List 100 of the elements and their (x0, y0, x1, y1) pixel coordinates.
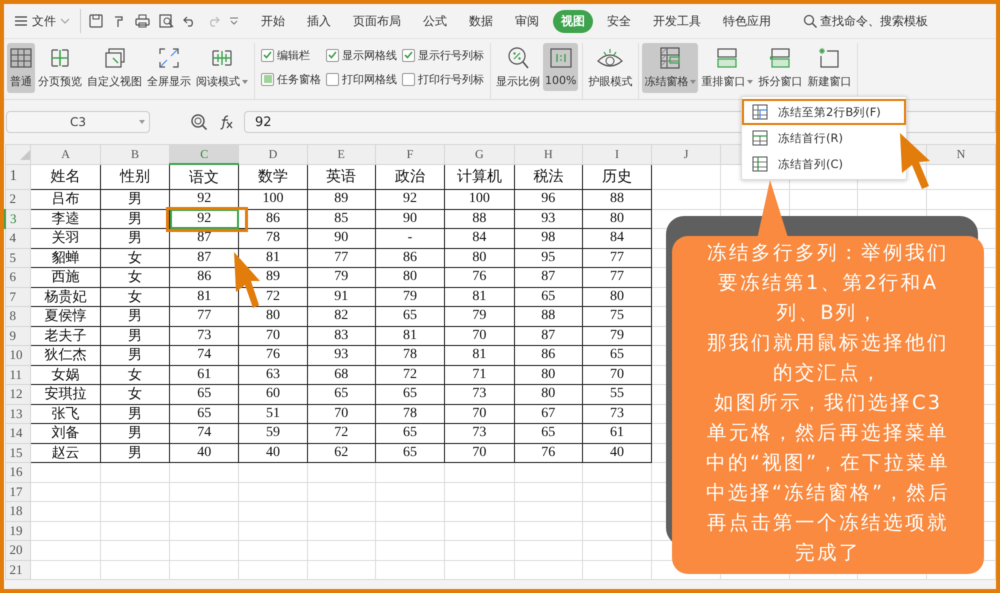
table-cell: 女 (100, 384, 170, 404)
window-button[interactable]: 重排窗口 (699, 43, 756, 93)
ribbon-tab[interactable]: 插入 (299, 10, 339, 32)
view-button[interactable]: 全屏显示 (145, 43, 193, 93)
function-icon[interactable] (218, 114, 234, 130)
table-cell: 88 (444, 209, 514, 228)
row-header[interactable]: 18 (5, 502, 31, 521)
split-window-icon (768, 46, 792, 70)
column-header[interactable]: F (375, 144, 445, 164)
row-header[interactable]: 9 (5, 326, 31, 346)
row-header[interactable]: 2 (5, 190, 31, 209)
callout-text: 如图所示，我们选择C3单元格，然后再选择菜单中的“视图”，在下拉菜单中选择“冻结窗格”，然后再点击第一个冻结选项就完成了 (705, 390, 951, 566)
row-header[interactable]: 8 (5, 306, 31, 326)
table-cell: 40 (170, 443, 239, 462)
table-cell: 男 (100, 424, 170, 443)
checkbox[interactable]: 任务窗格 (261, 67, 321, 91)
checkbox[interactable]: 显示网格线 (326, 43, 397, 67)
name-box[interactable]: C3 (6, 111, 150, 133)
zoom-search-icon[interactable] (190, 113, 208, 131)
fullscreen-icon (157, 46, 181, 70)
print-icon[interactable] (135, 14, 150, 28)
table-cell: 67 (514, 404, 582, 424)
table-cell: 65 (307, 384, 376, 404)
row-header[interactable]: 14 (5, 424, 31, 443)
table-cell: 96 (514, 190, 582, 209)
row-header[interactable]: 19 (5, 521, 31, 540)
zoom-button[interactable]: 显示比例 (494, 43, 542, 93)
row-header[interactable]: 1 (5, 164, 31, 190)
freeze-panes-icon (658, 46, 682, 70)
eye-protection-button[interactable]: 护眼模式 (586, 43, 634, 93)
window-button[interactable]: 拆分窗口 (756, 43, 804, 93)
ribbon-tab[interactable]: 公式 (415, 10, 455, 32)
table-cell: 73 (444, 424, 514, 443)
column-header[interactable]: J (652, 144, 720, 164)
column-header[interactable]: E (307, 144, 376, 164)
ribbon-tab[interactable]: 特色应用 (715, 10, 779, 32)
table-cell: 男 (100, 346, 170, 365)
custom-view-icon (102, 46, 126, 70)
file-menu[interactable]: 文件 (10, 10, 74, 32)
column-header[interactable]: B (100, 144, 170, 164)
row-header[interactable]: 11 (5, 365, 31, 384)
checkbox[interactable]: 打印行号列标 (402, 67, 484, 91)
row-header[interactable]: 13 (5, 404, 31, 424)
row-header[interactable]: 20 (5, 540, 31, 560)
table-cell: 86 (238, 209, 308, 228)
print-preview-icon[interactable] (159, 14, 174, 28)
checkbox[interactable]: 打印网格线 (326, 67, 397, 91)
column-header[interactable]: G (444, 144, 514, 164)
table-cell: 87 (514, 326, 582, 346)
ribbon-tab[interactable]: 审阅 (507, 10, 547, 32)
row-header[interactable]: 21 (5, 560, 31, 580)
table-cell: 85 (307, 209, 376, 228)
table-cell: 男 (100, 209, 170, 228)
view-button[interactable]: 普通 (7, 43, 35, 93)
row-header[interactable]: 5 (5, 248, 31, 268)
ribbon-tab[interactable]: 数据 (461, 10, 501, 32)
checkbox[interactable]: 显示行号列标 (402, 43, 484, 67)
table-cell: 83 (307, 326, 376, 346)
row-header[interactable]: 4 (5, 228, 31, 248)
table-cell: 95 (514, 248, 582, 268)
ribbon-tab[interactable]: 页面布局 (345, 10, 409, 32)
row-header[interactable]: 10 (5, 346, 31, 365)
view-button[interactable]: 分页预览 (36, 43, 84, 93)
checkbox[interactable]: 编辑栏 (261, 43, 321, 67)
ribbon-tab[interactable]: 开始 (253, 10, 293, 32)
column-header[interactable]: H (514, 144, 582, 164)
window-button[interactable]: 冻结窗格 (642, 43, 698, 93)
view-button[interactable]: 阅读模式 (194, 43, 250, 93)
search-box[interactable]: 查找命令、搜索模板 (797, 12, 934, 30)
row-header[interactable]: 17 (5, 482, 31, 502)
column-header[interactable]: N (926, 144, 996, 164)
table-cell: 73 (444, 384, 514, 404)
zoom-button[interactable]: 100% (543, 43, 578, 91)
table-cell: 计算机 (444, 164, 514, 190)
menu-item[interactable]: 冻结至第2行B列(F) (742, 99, 906, 125)
column-header[interactable]: D (238, 144, 308, 164)
table-cell: 张飞 (30, 404, 100, 424)
table-cell: 79 (375, 287, 445, 306)
table-cell: 夏侯惇 (30, 306, 100, 326)
column-header[interactable]: I (582, 144, 652, 164)
view-button[interactable]: 自定义视图 (85, 43, 144, 93)
row-header[interactable]: 12 (5, 384, 31, 404)
chevron-down-icon[interactable] (229, 17, 239, 25)
row-header[interactable]: 15 (5, 443, 31, 462)
row-header[interactable]: 16 (5, 462, 31, 482)
menu-item[interactable]: 冻结首列(C) (742, 151, 906, 177)
column-header[interactable]: A (30, 144, 100, 164)
normal-view-icon (9, 46, 33, 70)
menu-icon (14, 15, 28, 27)
row-header[interactable]: 7 (5, 287, 31, 306)
row-header[interactable]: 6 (5, 268, 31, 287)
table-cell: 40 (582, 443, 652, 462)
ribbon-tab[interactable]: 开发工具 (645, 10, 709, 32)
table-cell: 76 (238, 346, 308, 365)
window-button[interactable]: 新建窗口 (805, 43, 854, 93)
save-icon[interactable] (89, 14, 103, 28)
menu-item[interactable]: 冻结首行(R) (742, 125, 906, 151)
row-header[interactable]: 3 (5, 209, 31, 228)
ribbon-tab[interactable]: 安全 (599, 10, 639, 32)
active-cell[interactable]: 92 (170, 209, 239, 228)
